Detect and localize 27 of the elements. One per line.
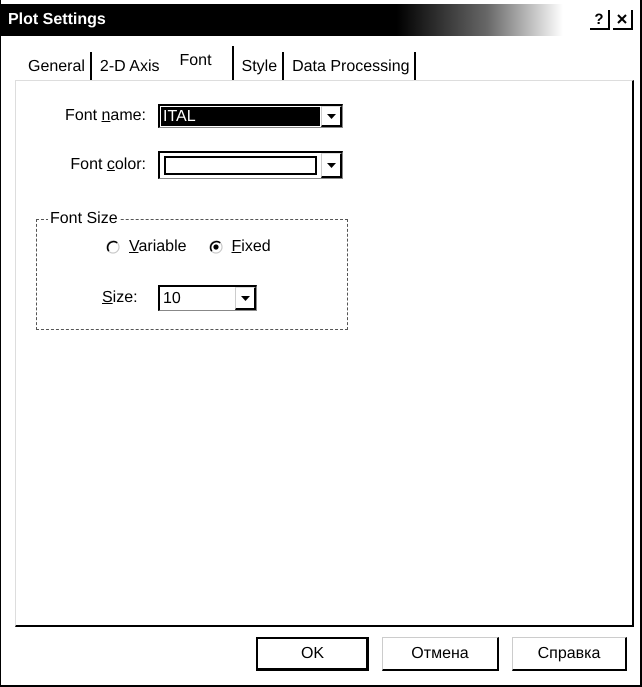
- close-button[interactable]: [613, 10, 633, 30]
- field-label: Size:: [102, 289, 139, 307]
- field-label: Font name:: [65, 107, 146, 125]
- caret-icon: [240, 296, 250, 300]
- radio-option[interactable]: Fixed: [208, 238, 271, 256]
- font-name-dropdown[interactable]: ITAL: [158, 104, 343, 128]
- group-title: Font Size: [49, 210, 119, 228]
- tab[interactable]: 2-D Axis: [92, 52, 166, 80]
- context-help-button[interactable]: ?: [590, 10, 610, 30]
- font-color-dropdown[interactable]: [158, 151, 343, 179]
- tab[interactable]: Font: [166, 46, 234, 80]
- close-icon: [617, 14, 627, 24]
- size-dropdown[interactable]: 10: [158, 285, 257, 311]
- ok-button[interactable]: OK: [256, 637, 369, 671]
- radio-option[interactable]: Variable: [106, 238, 187, 256]
- cancel-button[interactable]: Отмена: [382, 637, 499, 671]
- tab[interactable]: General: [20, 52, 92, 80]
- dropdown-button[interactable]: [321, 106, 342, 127]
- tab[interactable]: Data Processing: [284, 52, 416, 80]
- caret-icon: [326, 114, 336, 118]
- tab[interactable]: Style: [234, 52, 284, 80]
- field-label: Font color:: [70, 156, 146, 174]
- caret-icon: [326, 162, 336, 168]
- window-title: Plot Settings: [8, 11, 106, 29]
- help-button[interactable]: Справка: [512, 637, 627, 671]
- dropdown-button[interactable]: [235, 287, 256, 310]
- dropdown-button[interactable]: [321, 153, 342, 178]
